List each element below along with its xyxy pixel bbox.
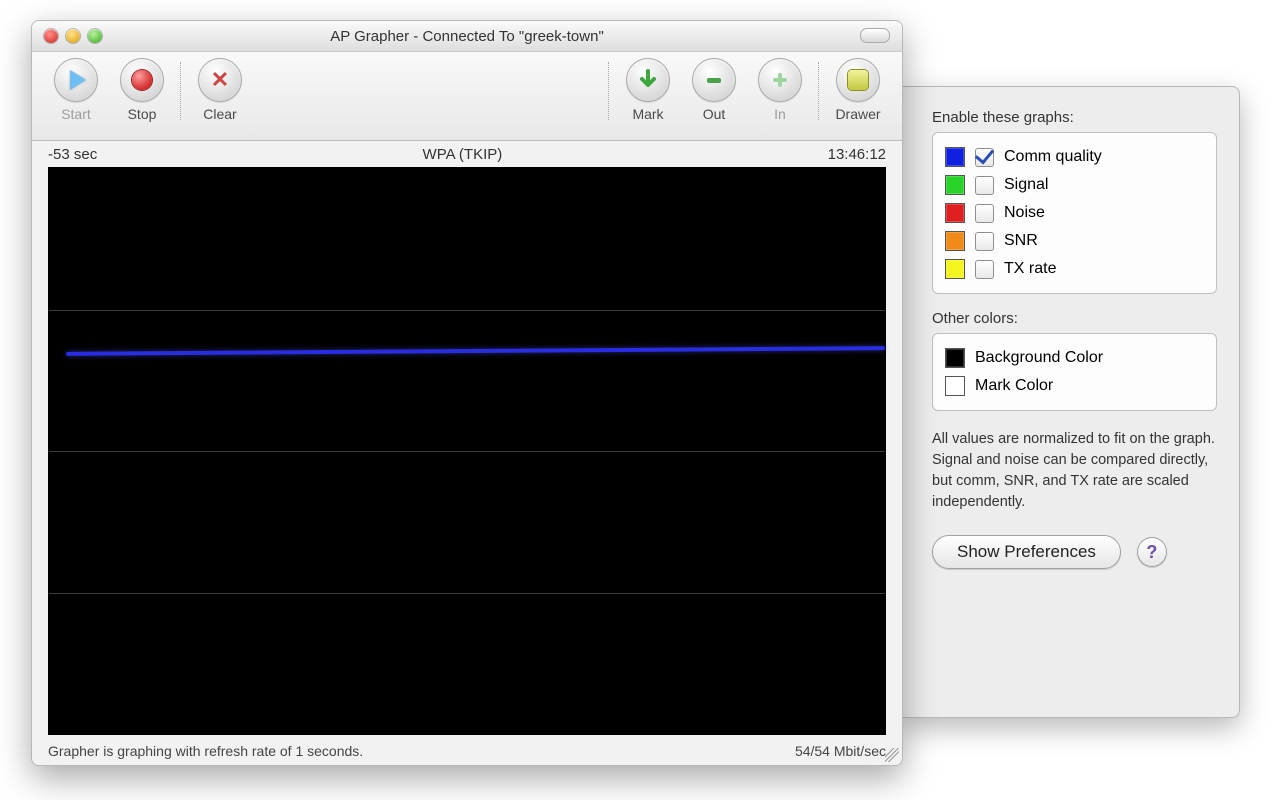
option-snr[interactable]: SNR [945, 227, 1204, 255]
stop-icon [132, 70, 152, 90]
label-background-color: Background Color [975, 349, 1103, 367]
label-snr: SNR [1004, 232, 1038, 250]
mark-button[interactable]: Mark [622, 58, 674, 122]
label-mark-color: Mark Color [975, 377, 1053, 395]
option-mark-color[interactable]: Mark Color [945, 372, 1204, 400]
resize-grip-icon[interactable] [885, 748, 899, 762]
drawer-panel: Enable these graphs: Comm quality Signal… [900, 86, 1240, 718]
close-icon[interactable] [44, 29, 58, 43]
label-txrate: TX rate [1004, 260, 1056, 278]
checkbox-snr[interactable] [975, 232, 994, 251]
down-arrow-icon [637, 69, 659, 91]
gridline [49, 310, 885, 311]
status-rate: 54/54 Mbit/sec [795, 743, 886, 759]
status-message: Grapher is graphing with refresh rate of… [48, 743, 363, 759]
gridline [49, 593, 885, 594]
enable-graphs-heading: Enable these graphs: [932, 109, 1217, 126]
play-icon [70, 70, 86, 90]
status-bar: Grapher is graphing with refresh rate of… [32, 737, 902, 765]
minus-icon [703, 69, 725, 91]
other-colors-heading: Other colors: [932, 310, 1217, 327]
label-noise: Noise [1004, 204, 1045, 222]
clear-icon: ✕ [211, 67, 229, 93]
zoom-icon[interactable] [88, 29, 102, 43]
security-mode: WPA (TKIP) [97, 146, 827, 163]
toolbar-toggle-icon[interactable] [860, 28, 890, 43]
elapsed-time: -53 sec [48, 146, 97, 163]
drawer-note: All values are normalized to fit on the … [932, 429, 1217, 513]
titlebar[interactable]: AP Grapher - Connected To "greek-town" [32, 21, 902, 52]
swatch-mark-color[interactable] [945, 376, 965, 396]
zoom-out-button[interactable]: Out [688, 58, 740, 122]
help-button[interactable]: ? [1137, 537, 1167, 567]
info-bar: -53 sec WPA (TKIP) 13:46:12 [32, 141, 902, 167]
checkbox-noise[interactable] [975, 204, 994, 223]
window-title: AP Grapher - Connected To "greek-town" [32, 28, 902, 45]
swatch-background-color[interactable] [945, 348, 965, 368]
checkbox-signal[interactable] [975, 176, 994, 195]
other-colors-box: Background Color Mark Color [932, 333, 1217, 411]
plus-icon [769, 69, 791, 91]
swatch-noise[interactable] [945, 203, 965, 223]
toolbar-separator [180, 62, 182, 120]
main-window: AP Grapher - Connected To "greek-town" S… [31, 20, 903, 766]
option-noise[interactable]: Noise [945, 199, 1204, 227]
toolbar: Start Stop ✕ Clear [32, 52, 902, 141]
swatch-signal[interactable] [945, 175, 965, 195]
gridline [49, 451, 885, 452]
series-comm-quality [66, 346, 885, 356]
toolbar-separator [608, 62, 610, 120]
swatch-comm-quality[interactable] [945, 147, 965, 167]
stop-button[interactable]: Stop [116, 58, 168, 122]
minimize-icon[interactable] [66, 29, 80, 43]
toolbar-separator [818, 62, 820, 120]
option-comm-quality[interactable]: Comm quality [945, 143, 1204, 171]
label-comm-quality: Comm quality [1004, 148, 1102, 166]
start-button[interactable]: Start [50, 58, 102, 122]
label-signal: Signal [1004, 176, 1048, 194]
zoom-in-button[interactable]: In [754, 58, 806, 122]
drawer-icon [848, 70, 868, 90]
swatch-txrate[interactable] [945, 259, 965, 279]
clock-time: 13:46:12 [828, 146, 886, 163]
drawer-button[interactable]: Drawer [832, 58, 884, 122]
option-signal[interactable]: Signal [945, 171, 1204, 199]
option-background-color[interactable]: Background Color [945, 344, 1204, 372]
graph-area[interactable] [48, 167, 886, 735]
checkbox-comm-quality[interactable] [975, 148, 994, 167]
show-preferences-button[interactable]: Show Preferences [932, 535, 1121, 569]
swatch-snr[interactable] [945, 231, 965, 251]
checkbox-txrate[interactable] [975, 260, 994, 279]
option-txrate[interactable]: TX rate [945, 255, 1204, 283]
enable-graphs-box: Comm quality Signal Noise SNR TX rate [932, 132, 1217, 294]
clear-button[interactable]: ✕ Clear [194, 58, 246, 122]
